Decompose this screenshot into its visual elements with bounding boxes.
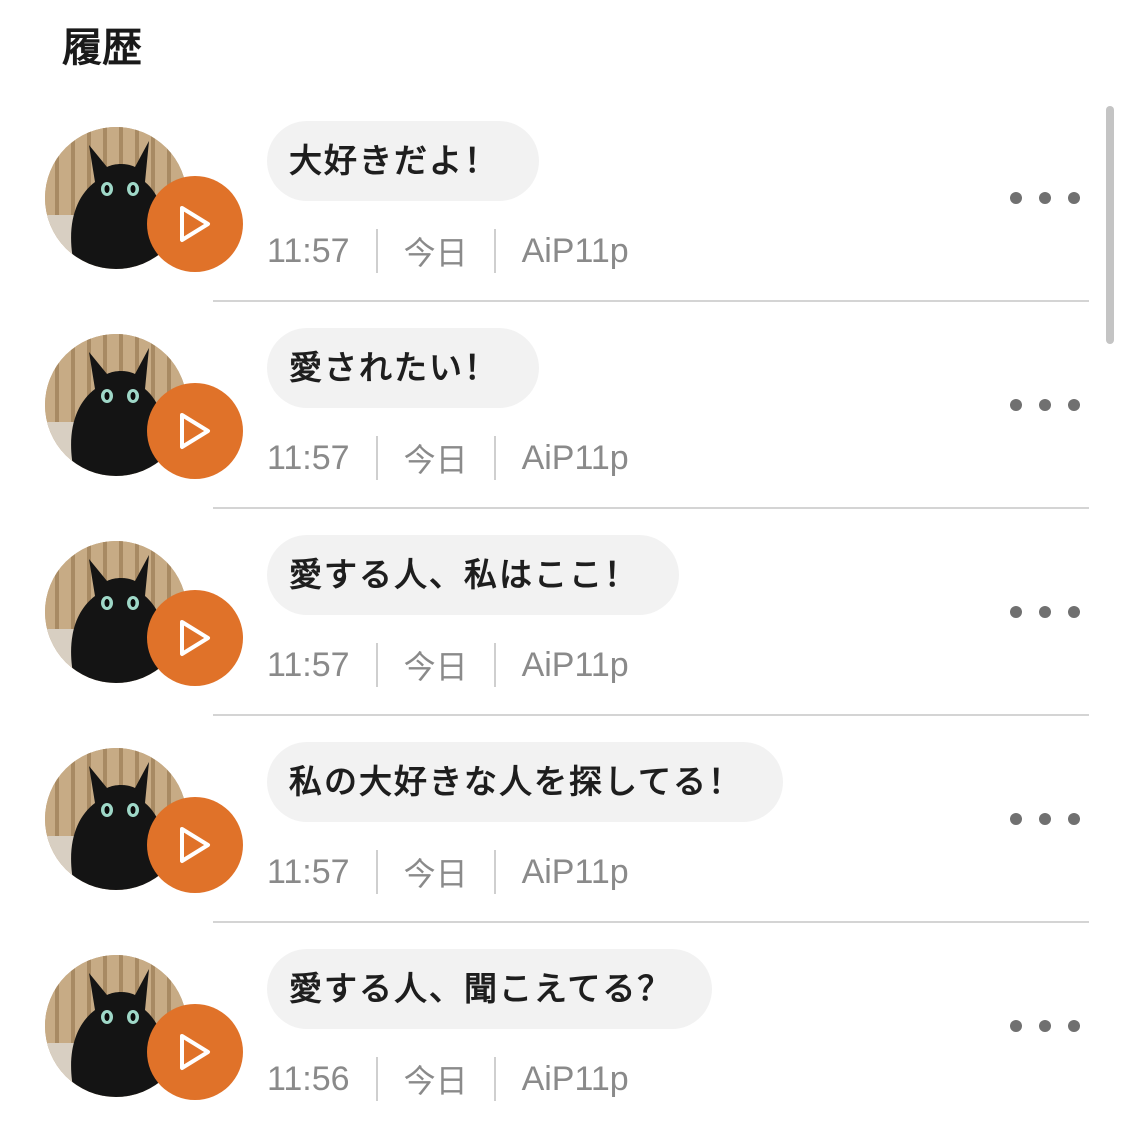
meta-divider xyxy=(375,850,378,894)
date-label: 今日 xyxy=(403,1062,468,1100)
history-screen: 履歴 大好きだよ！ 11:57 今日 AiP11p 愛されたい！ 11:57 今… xyxy=(0,0,1125,1125)
play-icon xyxy=(180,206,210,242)
row-divider xyxy=(213,300,1089,302)
message-bubble: 愛する人、私はここ！ xyxy=(267,535,679,615)
more-horizontal-icon xyxy=(1010,192,1022,204)
message-bubble: 愛されたい！ xyxy=(267,328,539,408)
meta-divider xyxy=(493,229,496,273)
message-meta: 11:56 今日 AiP11p xyxy=(267,1055,629,1103)
meta-divider xyxy=(375,643,378,687)
row-divider xyxy=(213,921,1089,923)
message-meta: 11:57 今日 AiP11p xyxy=(267,641,629,689)
timestamp: 11:57 xyxy=(267,852,350,891)
history-item[interactable]: 私の大好きな人を探してる！ 11:57 今日 AiP11p xyxy=(0,734,1125,941)
device-label: AiP11p xyxy=(521,645,629,684)
message-bubble: 愛する人、聞こえてる？ xyxy=(267,949,713,1029)
more-horizontal-icon xyxy=(1010,1020,1022,1032)
message-meta: 11:57 今日 AiP11p xyxy=(267,434,629,482)
date-label: 今日 xyxy=(403,855,468,893)
play-icon xyxy=(180,620,210,656)
timestamp: 11:56 xyxy=(267,1059,350,1098)
history-list[interactable]: 大好きだよ！ 11:57 今日 AiP11p 愛されたい！ 11:57 今日 A… xyxy=(0,113,1125,1125)
more-options-button[interactable] xyxy=(1010,597,1080,627)
play-button[interactable] xyxy=(147,383,243,479)
timestamp: 11:57 xyxy=(267,438,350,477)
play-icon xyxy=(180,827,210,863)
date-label: 今日 xyxy=(403,648,468,686)
more-options-button[interactable] xyxy=(1010,183,1080,213)
meta-divider xyxy=(375,436,378,480)
meta-divider xyxy=(493,1057,496,1101)
page-title: 履歴 xyxy=(62,25,142,71)
meta-divider xyxy=(493,436,496,480)
history-item[interactable]: 大好きだよ！ 11:57 今日 AiP11p xyxy=(0,113,1125,320)
row-divider xyxy=(213,714,1089,716)
message-meta: 11:57 今日 AiP11p xyxy=(267,227,629,275)
row-divider xyxy=(213,507,1089,509)
message-bubble: 私の大好きな人を探してる！ xyxy=(267,742,784,822)
device-label: AiP11p xyxy=(521,1059,629,1098)
more-horizontal-icon xyxy=(1010,606,1022,618)
more-horizontal-icon xyxy=(1010,399,1022,411)
timestamp: 11:57 xyxy=(267,645,350,684)
play-button[interactable] xyxy=(147,797,243,893)
message-bubble: 大好きだよ！ xyxy=(267,121,539,201)
more-horizontal-icon xyxy=(1010,813,1022,825)
history-item[interactable]: 愛する人、私はここ！ 11:57 今日 AiP11p xyxy=(0,527,1125,734)
message-meta: 11:57 今日 AiP11p xyxy=(267,848,629,896)
history-item[interactable]: 愛する人、聞こえてる？ 11:56 今日 AiP11p xyxy=(0,941,1125,1125)
meta-divider xyxy=(375,229,378,273)
more-options-button[interactable] xyxy=(1010,1011,1080,1041)
timestamp: 11:57 xyxy=(267,231,350,270)
date-label: 今日 xyxy=(403,441,468,479)
device-label: AiP11p xyxy=(521,231,629,270)
more-options-button[interactable] xyxy=(1010,804,1080,834)
play-icon xyxy=(180,413,210,449)
device-label: AiP11p xyxy=(521,438,629,477)
date-label: 今日 xyxy=(403,234,468,272)
play-button[interactable] xyxy=(147,590,243,686)
device-label: AiP11p xyxy=(521,852,629,891)
more-options-button[interactable] xyxy=(1010,390,1080,420)
history-item[interactable]: 愛されたい！ 11:57 今日 AiP11p xyxy=(0,320,1125,527)
play-button[interactable] xyxy=(147,1004,243,1100)
meta-divider xyxy=(493,643,496,687)
scrollbar-thumb[interactable] xyxy=(1106,106,1114,344)
meta-divider xyxy=(375,1057,378,1101)
play-icon xyxy=(180,1034,210,1070)
play-button[interactable] xyxy=(147,176,243,272)
meta-divider xyxy=(493,850,496,894)
